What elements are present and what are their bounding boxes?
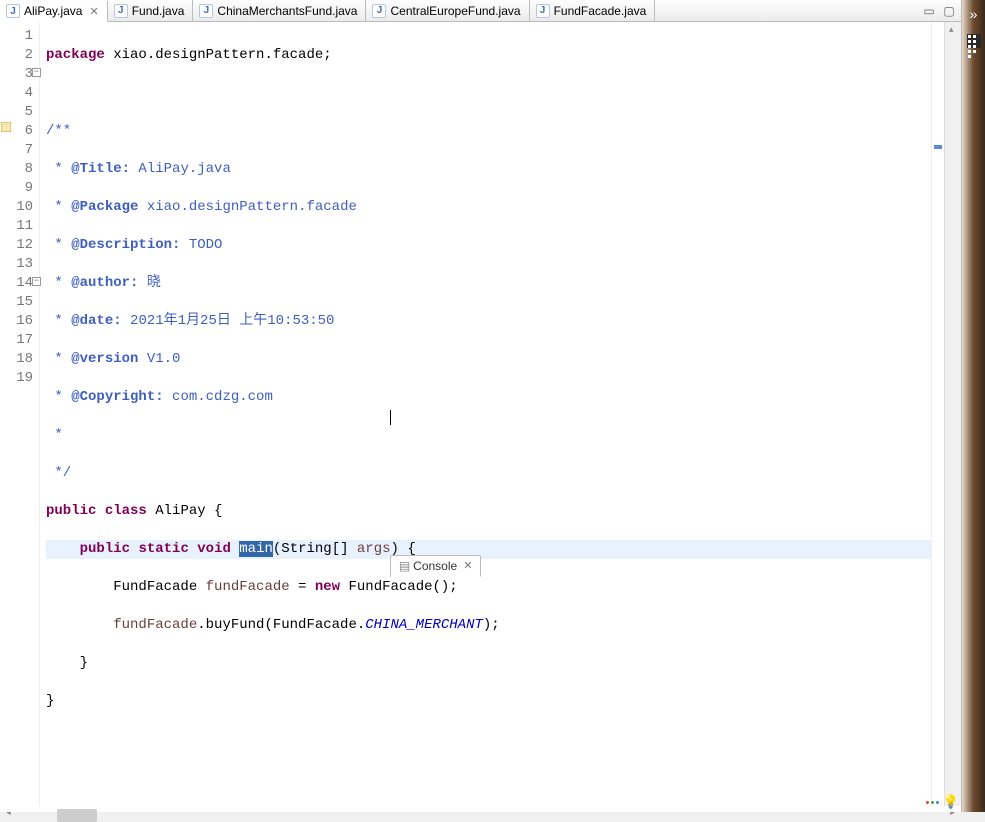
tab-label: ChinaMerchantsFund.java	[217, 4, 357, 18]
code-editor[interactable]: package xiao.designPattern.facade; /** *…	[40, 22, 931, 806]
tab-label: FundFacade.java	[554, 4, 647, 18]
editor-tab-bar: J AliPay.java ✕ J Fund.java J ChinaMerch…	[0, 0, 961, 22]
scroll-up-arrow[interactable]: ▴	[949, 24, 954, 35]
qr-icon[interactable]	[967, 34, 981, 48]
java-file-icon: J	[372, 4, 386, 18]
tab-label: Fund.java	[132, 4, 185, 18]
chevron-icon[interactable]: »	[962, 6, 985, 22]
status-dots-icon	[926, 801, 939, 804]
overview-ruler[interactable]	[931, 22, 944, 806]
scroll-thumb[interactable]	[57, 809, 97, 822]
java-file-icon: J	[536, 4, 550, 18]
tab-centraleurope[interactable]: J CentralEuropeFund.java	[366, 0, 529, 21]
tip-bulb-icon[interactable]: 💡	[943, 794, 959, 810]
minimize-icon[interactable]: ▭	[921, 3, 937, 19]
tab-fundfacade[interactable]: J FundFacade.java	[530, 0, 656, 21]
status-right: 💡	[926, 794, 959, 810]
tab-console[interactable]: ▤ Console ✕	[390, 555, 482, 577]
maximize-icon[interactable]: ▢	[941, 3, 957, 19]
text-cursor	[390, 410, 391, 425]
marker-icon	[1, 122, 11, 132]
tab-chinamerchants[interactable]: J ChinaMerchantsFund.java	[193, 0, 366, 21]
java-file-icon: J	[199, 4, 213, 18]
console-icon: ▤	[399, 559, 410, 573]
java-file-icon: J	[6, 4, 20, 18]
java-file-icon: J	[114, 4, 128, 18]
line-gutter: 1 2 3− 4 5 6 7 8 9 10 11 12 13 14− 15 16…	[0, 22, 40, 806]
editor-section: J AliPay.java ✕ J Fund.java J ChinaMerch…	[0, 0, 961, 553]
right-sidebar: »	[962, 0, 985, 812]
vertical-scrollbar[interactable]: ▴ ▾	[944, 22, 961, 806]
tab-label: AliPay.java	[24, 4, 82, 18]
close-icon[interactable]: ✕	[463, 559, 472, 572]
ide-window: J AliPay.java ✕ J Fund.java J ChinaMerch…	[0, 0, 962, 812]
tab-label: CentralEuropeFund.java	[390, 4, 520, 18]
tab-alipay[interactable]: J AliPay.java ✕	[0, 1, 108, 22]
tab-fund[interactable]: J Fund.java	[108, 0, 194, 21]
horizontal-scrollbar[interactable]: ◂ ▸	[0, 806, 961, 818]
editor-body: 1 2 3− 4 5 6 7 8 9 10 11 12 13 14− 15 16…	[0, 22, 961, 806]
close-icon[interactable]: ✕	[89, 5, 98, 18]
